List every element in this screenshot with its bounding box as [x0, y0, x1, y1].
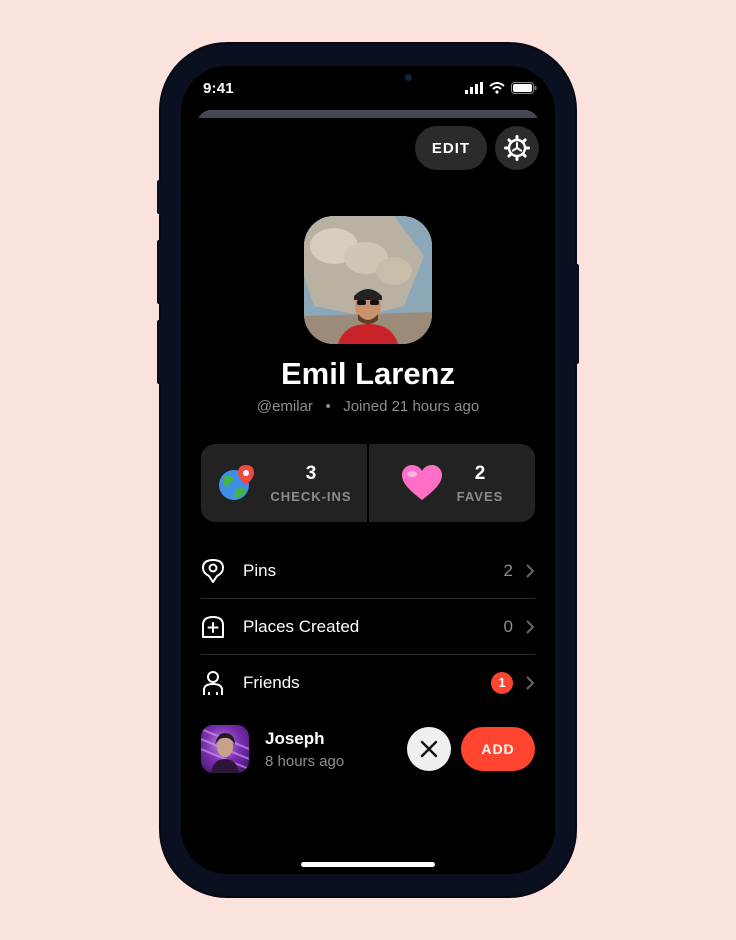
person-icon [203, 670, 223, 695]
settings-button[interactable] [495, 126, 539, 170]
chevron-right-icon [526, 563, 535, 578]
status-icons [465, 82, 537, 94]
profile-joined: Joined 21 hours ago [343, 398, 480, 415]
check-ins-label: CHECK-INS [270, 488, 352, 504]
friend-time: 8 hours ago [265, 752, 345, 770]
heart-icon [401, 465, 442, 500]
dismiss-button[interactable] [407, 727, 451, 771]
friends-label: Friends [243, 672, 300, 692]
edit-button[interactable]: EDIT [415, 126, 487, 170]
power-button [575, 264, 579, 364]
close-icon [420, 740, 438, 758]
check-ins-count: 3 [305, 462, 317, 484]
gear-icon [504, 135, 530, 161]
meta-separator: • [325, 398, 331, 415]
places-created-count: 0 [503, 616, 513, 636]
menu-row-places-created[interactable]: Places Created 0 [201, 599, 535, 655]
friends-badge: 1 [491, 671, 513, 694]
battery-icon [511, 82, 537, 94]
pins-label: Pins [243, 560, 277, 580]
profile-photo [304, 216, 432, 344]
wifi-icon [489, 82, 505, 94]
profile-avatar[interactable] [304, 216, 432, 344]
volume-down-button [157, 320, 161, 384]
add-friend-button[interactable]: ADD [461, 727, 535, 771]
places-created-label: Places Created [243, 616, 360, 636]
friend-request-row: Joseph 8 hours ago ADD [201, 724, 535, 774]
friend-avatar[interactable] [201, 725, 249, 773]
volume-up-button [157, 240, 161, 304]
profile-meta: @emilar • Joined 21 hours ago [181, 398, 555, 415]
friend-photo [201, 728, 249, 773]
stat-check-ins[interactable]: 3 CHECK-INS [201, 444, 367, 522]
notch [267, 66, 469, 96]
signal-icon [465, 82, 483, 94]
profile-name: Emil Larenz [281, 356, 455, 391]
stats-card: 3 CHECK-INS 2 FAVES [201, 444, 535, 522]
add-place-icon [202, 615, 224, 638]
camera [405, 74, 412, 81]
chevron-right-icon [526, 675, 535, 690]
status-time: 9:41 [203, 80, 234, 97]
stat-faves[interactable]: 2 FAVES [367, 444, 535, 522]
home-indicator[interactable] [301, 862, 435, 867]
faves-count: 2 [474, 462, 486, 484]
globe-pin-icon [219, 465, 255, 500]
mute-switch [157, 180, 161, 214]
pin-icon [202, 558, 224, 583]
screen: 9:41 EDIT Emil Larenz @emilar • Joined 2… [181, 66, 555, 874]
pins-count: 2 [503, 560, 513, 580]
chevron-right-icon [526, 619, 535, 634]
profile-handle: @emilar [256, 398, 313, 415]
friend-name: Joseph [265, 728, 325, 748]
menu-row-pins[interactable]: Pins 2 [201, 543, 535, 599]
faves-label: FAVES [456, 488, 504, 504]
menu-row-friends[interactable]: Friends 1 [201, 655, 535, 710]
